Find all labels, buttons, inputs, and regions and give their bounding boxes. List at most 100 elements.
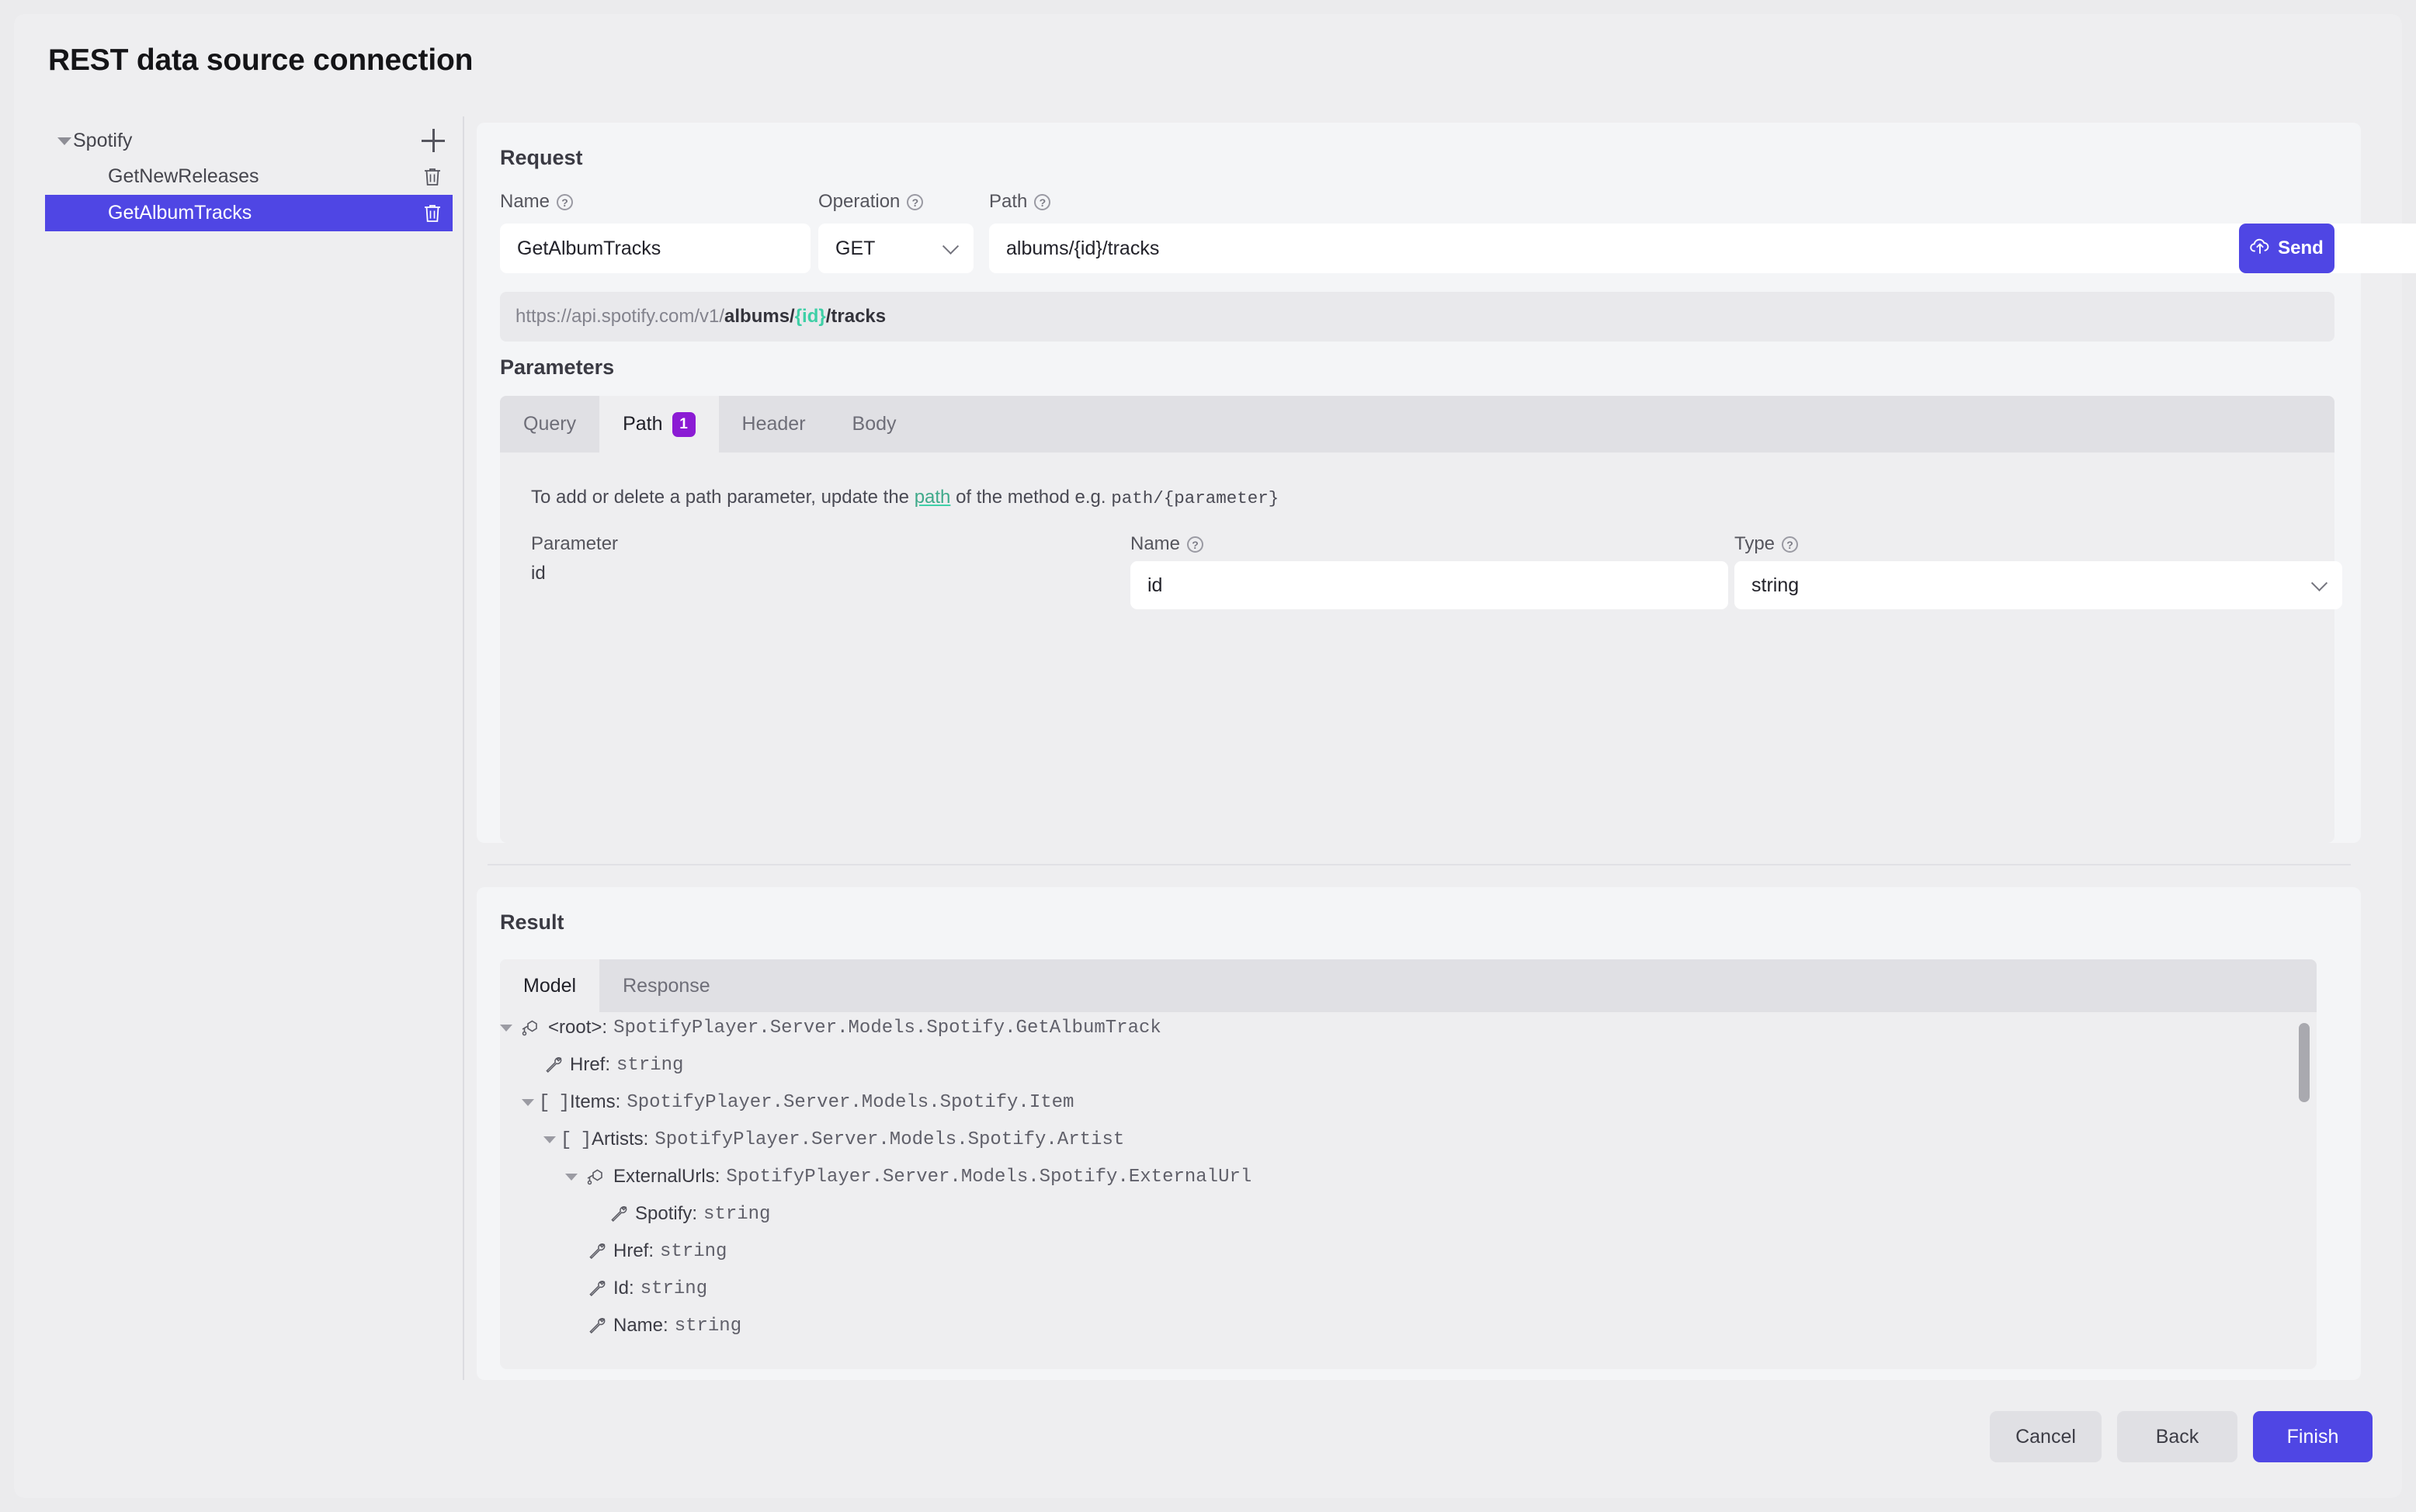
model-tree-node-name: ExternalUrls: — [613, 1166, 720, 1187]
url-segment-1: albums/ — [724, 306, 795, 327]
column-header-parameter: Parameter — [531, 533, 618, 555]
cancel-button-label: Cancel — [2015, 1425, 2076, 1448]
tab-response[interactable]: Response — [599, 959, 734, 1012]
tab-body[interactable]: Body — [829, 396, 920, 453]
url-path-token: {id} — [794, 306, 826, 327]
tab-path[interactable]: Path 1 — [599, 396, 719, 453]
tab-query-label: Query — [523, 413, 577, 435]
tab-header-label: Header — [741, 413, 806, 435]
sidebar-group-label: Spotify — [73, 129, 133, 151]
model-tree-node-name: Spotify: — [635, 1203, 698, 1224]
help-icon[interactable]: ? — [557, 193, 574, 210]
help-icon[interactable]: ? — [1034, 193, 1051, 210]
finish-button[interactable]: Finish — [2253, 1411, 2373, 1462]
send-button[interactable]: Send — [2239, 224, 2334, 273]
tab-query[interactable]: Query — [500, 396, 599, 453]
operation-label-text: Operation — [818, 191, 901, 212]
path-label-text: Path — [989, 191, 1028, 212]
parameter-name-input[interactable]: id — [1130, 561, 1728, 609]
model-tree-node-type: string — [616, 1054, 684, 1076]
endpoint-tree-sidebar: Spotify GetNewReleases GetAlbumTracks — [45, 123, 453, 231]
dialog-window: REST data source connection Spotify GetN… — [14, 14, 2416, 1498]
help-icon[interactable]: ? — [1187, 536, 1204, 553]
trash-icon[interactable] — [423, 203, 442, 224]
request-name-input[interactable]: GetAlbumTracks — [500, 224, 811, 273]
model-tree-node[interactable]: Spotify: string — [500, 1195, 2317, 1233]
model-tree-node-type: SpotifyPlayer.Server.Models.Spotify.Item — [627, 1091, 1074, 1113]
sidebar-item-label: GetNewReleases — [108, 165, 259, 187]
model-tree-node-name: Id: — [613, 1278, 634, 1299]
array-icon: [ ] — [560, 1128, 592, 1151]
parameter-type-value: string — [1751, 574, 1800, 596]
model-tree-node-type: SpotifyPlayer.Server.Models.Spotify.GetA… — [613, 1017, 1161, 1039]
tab-model[interactable]: Model — [500, 959, 600, 1012]
cloud-upload-icon — [2250, 238, 2270, 260]
url-base: https://api.spotify.com/v1/ — [515, 306, 725, 327]
column-header-type-text: Type — [1734, 533, 1776, 554]
property-icon — [585, 1316, 609, 1335]
name-label: Name ? — [500, 191, 574, 213]
model-tree-node-name: Items: — [570, 1091, 621, 1112]
model-tree-node[interactable]: Href: string — [500, 1046, 2317, 1084]
request-path-input[interactable]: albums/{id}/tracks — [989, 224, 2416, 273]
caret-down-icon[interactable] — [543, 1136, 556, 1143]
column-header-name: Name ? — [1130, 533, 1204, 555]
caret-down-icon[interactable] — [500, 1024, 512, 1032]
model-tree-scrollbar-thumb[interactable] — [2299, 1023, 2310, 1102]
path-parameter-hint: To add or delete a path parameter, updat… — [531, 487, 1279, 508]
model-tree-node-name: Name: — [613, 1315, 668, 1336]
send-button-label: Send — [2278, 238, 2324, 258]
cancel-button[interactable]: Cancel — [1990, 1411, 2102, 1462]
column-header-type: Type ? — [1734, 533, 1799, 555]
caret-down-icon[interactable] — [57, 137, 71, 145]
parameters-tabstrip: Query Path 1 Header Body — [500, 396, 2334, 453]
model-tree-node[interactable]: [ ] Artists: SpotifyPlayer.Server.Models.S… — [500, 1121, 2317, 1158]
class-icon — [585, 1167, 609, 1186]
finish-button-label: Finish — [2286, 1425, 2339, 1448]
help-icon[interactable]: ? — [907, 193, 924, 210]
sidebar-item-label: GetAlbumTracks — [108, 202, 252, 224]
parameter-type-select[interactable]: string — [1734, 561, 2342, 609]
operation-label: Operation ? — [818, 191, 924, 213]
tab-model-label: Model — [523, 974, 577, 997]
property-icon — [542, 1056, 565, 1074]
trash-icon[interactable] — [423, 167, 442, 187]
tab-header[interactable]: Header — [719, 396, 829, 453]
property-icon — [607, 1205, 630, 1223]
parameters-heading: Parameters — [500, 355, 615, 379]
request-heading: Request — [500, 146, 583, 169]
hint-middle: of the method e.g. — [950, 487, 1112, 508]
operation-select[interactable]: GET — [818, 224, 974, 273]
model-tree-node-name: Artists: — [592, 1129, 649, 1150]
sidebar-divider — [463, 116, 464, 1380]
model-tree-node-type: SpotifyPlayer.Server.Models.Spotify.Arti… — [654, 1129, 1125, 1150]
path-link[interactable]: path — [915, 487, 951, 508]
url-segment-2: /tracks — [825, 306, 887, 327]
chevron-down-icon — [942, 238, 960, 255]
model-tree-node-name: <root>: — [548, 1017, 608, 1038]
model-tree-node[interactable]: ExternalUrls: SpotifyPlayer.Server.Models… — [500, 1158, 2317, 1195]
caret-down-icon[interactable] — [522, 1098, 534, 1106]
sidebar-item-getalbumtracks[interactable]: GetAlbumTracks — [45, 195, 453, 231]
page-title: REST data source connection — [48, 43, 474, 77]
result-heading: Result — [500, 910, 564, 934]
model-tree-node-type: string — [660, 1240, 727, 1262]
caret-down-icon[interactable] — [565, 1173, 578, 1181]
sidebar-item-getnewreleases[interactable]: GetNewReleases — [45, 158, 453, 195]
add-endpoint-icon[interactable] — [422, 129, 445, 152]
model-tree-node[interactable]: Href: string — [500, 1233, 2317, 1270]
model-tree-node-type: string — [703, 1203, 771, 1225]
model-tree-node[interactable]: Name: string — [500, 1307, 2317, 1344]
model-tree-node[interactable]: [ ] Items: SpotifyPlayer.Server.Models.Spo… — [500, 1084, 2317, 1121]
model-tree-node-name: Href: — [613, 1240, 654, 1261]
column-header-name-text: Name — [1130, 533, 1181, 554]
tab-path-badge: 1 — [672, 411, 696, 437]
parameter-name-readonly: id — [531, 563, 546, 584]
model-tree-node[interactable]: Id: string — [500, 1270, 2317, 1307]
section-divider — [488, 864, 2351, 865]
model-tree: <root>: SpotifyPlayer.Server.Models.Spoti… — [500, 1009, 2317, 1344]
model-tree-node[interactable]: <root>: SpotifyPlayer.Server.Models.Spoti… — [500, 1009, 2317, 1046]
back-button[interactable]: Back — [2117, 1411, 2237, 1462]
sidebar-group-spotify[interactable]: Spotify — [45, 123, 453, 158]
help-icon[interactable]: ? — [1782, 536, 1799, 553]
